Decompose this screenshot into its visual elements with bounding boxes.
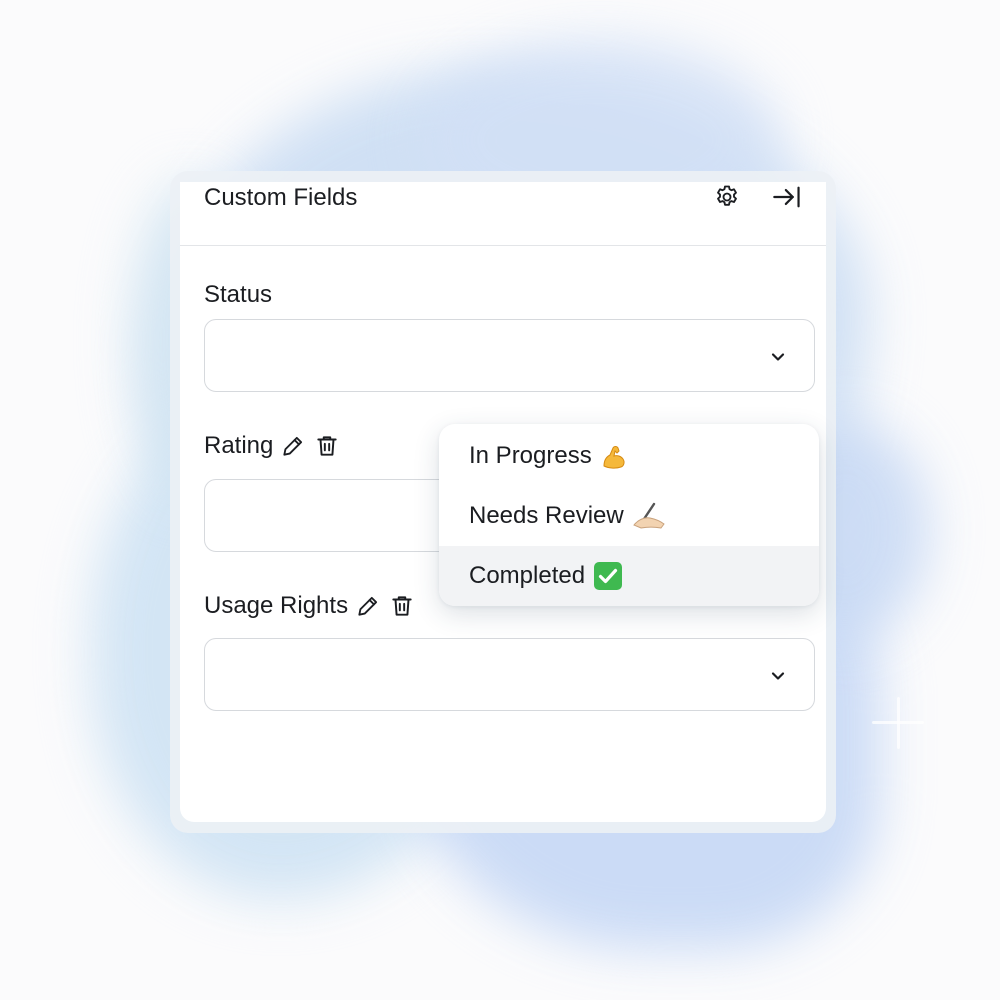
option-completed[interactable]: Completed bbox=[439, 546, 819, 606]
usage-rights-label-text: Usage Rights bbox=[204, 592, 349, 619]
panel-title: Custom Fields bbox=[204, 184, 358, 211]
gear-icon bbox=[717, 185, 737, 206]
check-mark-button-icon bbox=[593, 561, 623, 591]
option-in-progress[interactable]: In Progress bbox=[439, 426, 819, 486]
rating-label: Rating bbox=[204, 432, 341, 460]
usage-rights-select[interactable] bbox=[204, 638, 815, 711]
chevron-down-icon bbox=[771, 672, 785, 680]
option-label: Needs Review bbox=[469, 502, 624, 529]
screenshot-stage: Custom Fields Status Rating Usage Rights… bbox=[0, 0, 1000, 1000]
option-needs-review[interactable]: Needs Review bbox=[439, 486, 819, 546]
flexed-biceps-icon bbox=[600, 442, 630, 470]
pencil-icon bbox=[358, 596, 378, 616]
delete-rating-button[interactable] bbox=[313, 432, 341, 460]
trash-icon bbox=[317, 436, 338, 456]
delete-usage-rights-button[interactable] bbox=[388, 592, 416, 620]
pencil-icon bbox=[283, 436, 303, 456]
edit-rating-button[interactable] bbox=[279, 432, 307, 460]
rating-label-text: Rating bbox=[204, 432, 274, 459]
usage-rights-label: Usage Rights bbox=[204, 592, 416, 620]
trash-icon bbox=[392, 596, 412, 616]
collapse-panel-button[interactable] bbox=[772, 182, 802, 212]
status-label-text: Status bbox=[204, 281, 273, 308]
collapse-right-icon bbox=[773, 186, 800, 208]
writing-hand-icon bbox=[632, 501, 666, 531]
decorative-plus-icon bbox=[872, 697, 924, 749]
edit-usage-rights-button[interactable] bbox=[354, 592, 382, 620]
status-options-dropdown: In Progress Needs Review Completed bbox=[439, 424, 819, 606]
status-label: Status bbox=[204, 281, 272, 309]
option-label: In Progress bbox=[469, 442, 592, 469]
panel-header: Custom Fields bbox=[180, 182, 826, 246]
option-label: Completed bbox=[469, 562, 586, 589]
chevron-down-icon bbox=[771, 353, 785, 361]
status-select[interactable] bbox=[204, 319, 815, 392]
settings-button[interactable] bbox=[712, 182, 742, 212]
